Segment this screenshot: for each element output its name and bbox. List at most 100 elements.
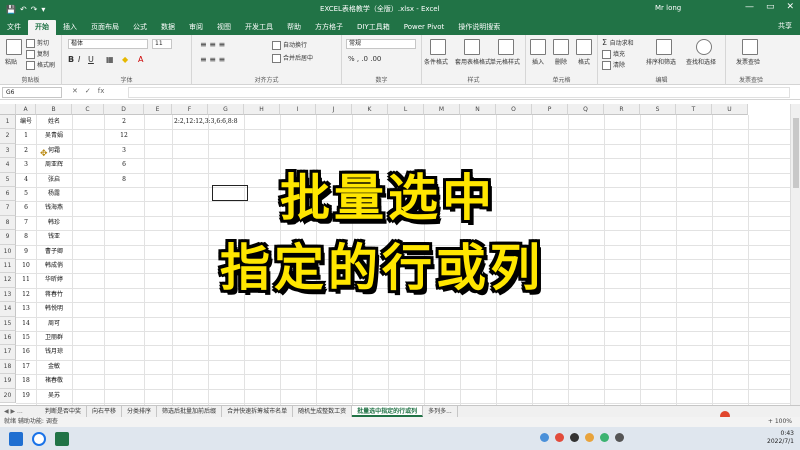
delete-cells-button[interactable]: 删除 <box>555 57 567 66</box>
tab-diy-toolbox[interactable]: DIY工具箱 <box>350 20 397 35</box>
align-top-icon[interactable]: ≡ ≡ ≡ <box>200 40 225 49</box>
wrap-text-button[interactable]: 自动换行 <box>272 40 307 50</box>
tab-data[interactable]: 数据 <box>154 20 182 35</box>
column-header[interactable]: C <box>72 104 104 115</box>
merge-center-button[interactable]: 合并后居中 <box>272 53 313 63</box>
tell-me-search[interactable]: 操作说明搜索 <box>451 20 507 35</box>
scroll-thumb[interactable] <box>793 118 799 188</box>
row-header[interactable]: 14 <box>0 302 16 317</box>
sheet-tab[interactable]: 分类排序 <box>122 406 158 417</box>
cell[interactable]: 1 <box>16 129 36 143</box>
cell[interactable]: 18 <box>16 374 36 388</box>
cell[interactable]: 11 <box>16 273 36 287</box>
tab-view[interactable]: 视图 <box>210 20 238 35</box>
cell[interactable]: 张启 <box>36 173 72 187</box>
vertical-scrollbar[interactable] <box>790 104 800 405</box>
column-header[interactable]: U <box>712 104 748 115</box>
tab-file[interactable]: 文件 <box>0 20 28 35</box>
cell[interactable]: 金敏 <box>36 360 72 374</box>
close-icon[interactable]: ✕ <box>786 2 794 12</box>
cell[interactable]: 3 <box>104 144 144 158</box>
cell[interactable]: 9 <box>16 245 36 259</box>
delete-cells-icon[interactable] <box>553 39 569 55</box>
cell[interactable]: 7 <box>16 216 36 230</box>
tray-app-icon[interactable] <box>600 433 609 442</box>
invoice-icon[interactable] <box>742 39 758 55</box>
cut-button[interactable]: 剪切 <box>26 38 49 48</box>
cancel-icon[interactable]: ✕ <box>72 87 78 95</box>
row-header[interactable]: 3 <box>0 143 16 159</box>
tab-formulas[interactable]: 公式 <box>126 20 154 35</box>
cell[interactable]: 19 <box>16 389 36 403</box>
format-cells-button[interactable]: 格式 <box>578 57 590 66</box>
select-all-corner[interactable] <box>0 104 16 115</box>
paste-icon[interactable] <box>6 39 22 55</box>
tab-fangfange[interactable]: 方方格子 <box>308 20 350 35</box>
cell[interactable]: 曹子卿 <box>36 245 72 259</box>
tab-help[interactable]: 帮助 <box>280 20 308 35</box>
active-cell-selection[interactable] <box>212 185 248 201</box>
column-header[interactable]: A <box>16 104 36 115</box>
cell[interactable]: 韩成俏 <box>36 259 72 273</box>
save-icon[interactable]: 💾 <box>6 5 16 14</box>
column-header[interactable]: P <box>532 104 568 115</box>
row-header[interactable]: 13 <box>0 287 16 303</box>
column-header[interactable]: R <box>604 104 640 115</box>
minimize-icon[interactable]: — <box>745 2 754 12</box>
autosum-button[interactable]: Σ 自动求和 <box>602 38 634 47</box>
cell[interactable]: 10 <box>16 259 36 273</box>
column-header[interactable]: E <box>144 104 172 115</box>
cell-styles-icon[interactable] <box>498 39 514 55</box>
font-size-select[interactable]: 11 <box>152 39 172 49</box>
row-header[interactable]: 7 <box>0 201 16 216</box>
undo-icon[interactable]: ↶ <box>20 5 27 14</box>
row-header[interactable]: 10 <box>0 244 16 259</box>
cell[interactable]: 钱海燕 <box>36 201 72 215</box>
column-header[interactable]: F <box>172 104 208 115</box>
name-box[interactable]: G6 <box>2 87 62 98</box>
cell[interactable]: 周亚辉 <box>36 158 72 172</box>
cell[interactable]: 韩珍 <box>36 216 72 230</box>
tray-app-icon[interactable] <box>540 433 549 442</box>
cell[interactable]: 姓名 <box>36 115 72 129</box>
cell[interactable]: 8 <box>104 173 144 187</box>
cell[interactable]: 华昕婷 <box>36 273 72 287</box>
tray-app-icon[interactable] <box>570 433 579 442</box>
redo-icon[interactable]: ↷ <box>31 5 38 14</box>
row-header[interactable]: 19 <box>0 374 16 389</box>
volume-icon[interactable] <box>615 433 624 442</box>
cell[interactable]: 褚春敬 <box>36 374 72 388</box>
sheet-tab[interactable]: 判断是否中奖 <box>40 406 88 417</box>
windows-start-icon[interactable] <box>9 431 23 446</box>
cell[interactable]: 2 <box>104 115 144 129</box>
cell[interactable]: 韩悦明 <box>36 302 72 316</box>
sort-filter-button[interactable]: 排序和筛选 <box>646 57 676 66</box>
cell[interactable]: 卫丽群 <box>36 331 72 345</box>
row-header[interactable]: 8 <box>0 215 16 231</box>
sheet-tab-active[interactable]: 批量选中指定的行或列 <box>352 406 424 417</box>
cell[interactable]: 蒋春竹 <box>36 288 72 302</box>
fill-color-icon[interactable]: ◆ <box>122 55 128 64</box>
sheet-nav-arrows[interactable]: ◀ ▶ ... <box>0 406 40 417</box>
tray-app-icon[interactable] <box>585 433 594 442</box>
conditional-format-icon[interactable] <box>430 39 446 55</box>
column-header[interactable]: M <box>424 104 460 115</box>
copy-button[interactable]: 复制 <box>26 49 49 59</box>
column-header[interactable]: G <box>208 104 244 115</box>
insert-cells-button[interactable]: 插入 <box>532 57 544 66</box>
excel-icon[interactable] <box>55 431 69 446</box>
cell[interactable]: 12 <box>16 288 36 302</box>
cell[interactable]: 钱亚 <box>36 230 72 244</box>
cell[interactable]: 吴苏 <box>36 389 72 403</box>
cell[interactable]: 14 <box>16 317 36 331</box>
row-header[interactable]: 15 <box>0 316 16 331</box>
tab-home[interactable]: 开始 <box>28 20 56 35</box>
column-header[interactable]: L <box>388 104 424 115</box>
sheet-tab[interactable]: 随机生成整数工资 <box>293 406 353 417</box>
cell-styles-button[interactable]: 单元格样式 <box>490 57 520 66</box>
tab-power-pivot[interactable]: Power Pivot <box>397 20 452 35</box>
bold-button[interactable]: B <box>68 55 74 64</box>
cell[interactable]: 13 <box>16 302 36 316</box>
sheet-tab[interactable]: 合并快速拆筹城市名单 <box>222 406 294 417</box>
invoice-check-button[interactable]: 发票查验 <box>736 57 760 66</box>
